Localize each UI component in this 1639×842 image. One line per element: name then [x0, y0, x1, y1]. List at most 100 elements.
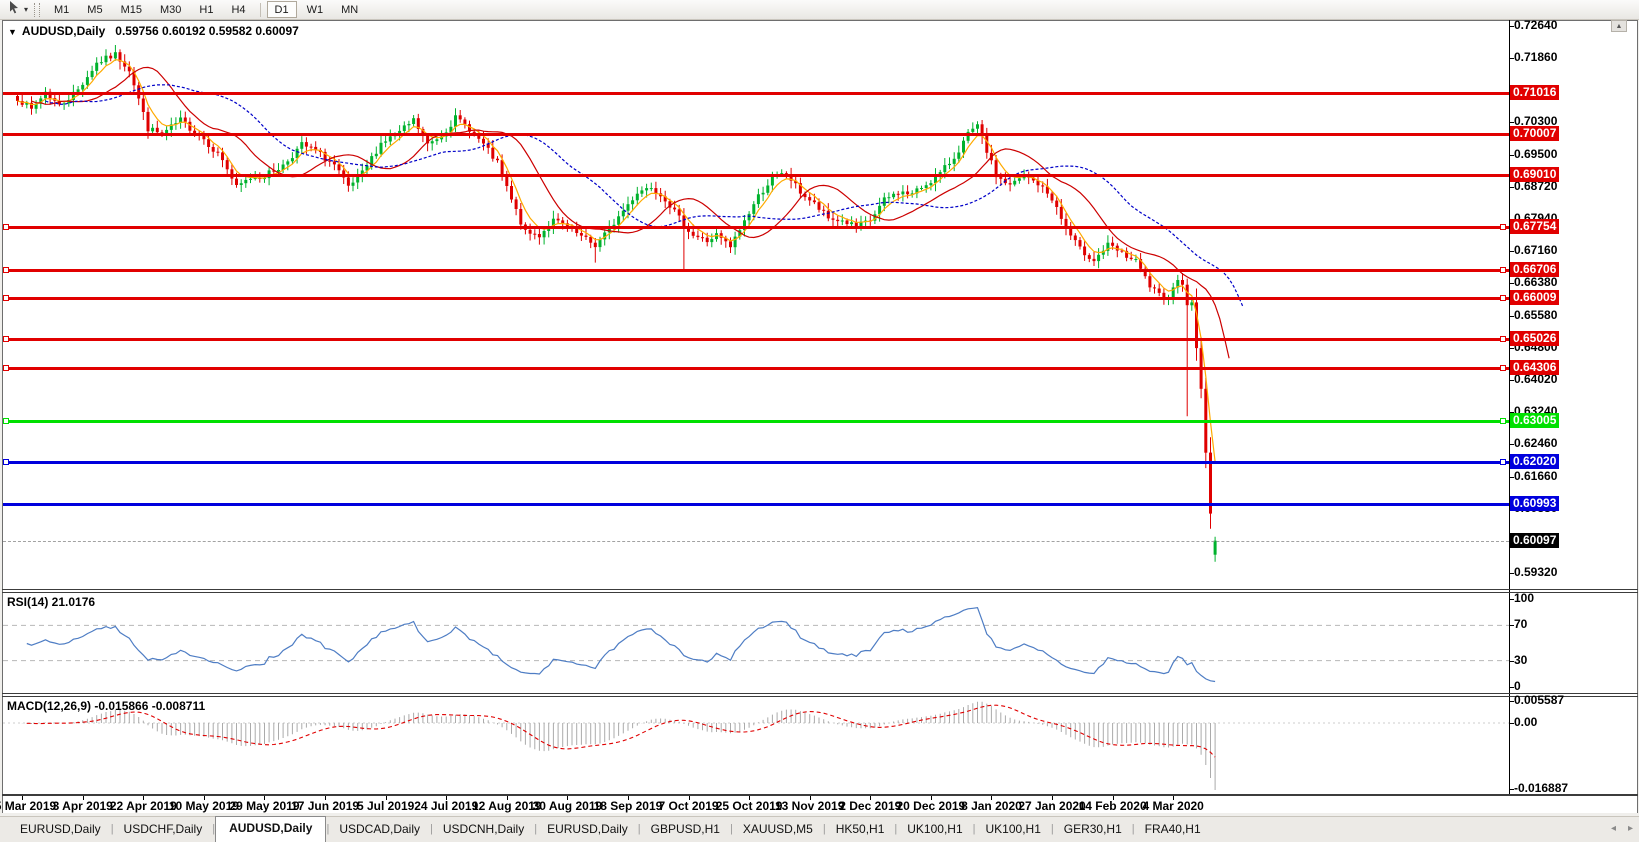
- chevron-down-icon[interactable]: ▾: [24, 5, 28, 14]
- level-handle-right[interactable]: [1500, 459, 1506, 465]
- level-price-label: 0.63005: [1510, 413, 1559, 428]
- tab-hk50-h1[interactable]: HK50,H1: [826, 818, 895, 842]
- horizontal-level-line[interactable]: [3, 461, 1509, 464]
- level-price-label: 0.66706: [1510, 262, 1559, 277]
- price-tick-label: 0.72640: [1514, 18, 1557, 32]
- horizontal-level-line[interactable]: [3, 367, 1509, 370]
- date-tick-label: 25 Oct 2019: [716, 799, 783, 813]
- macd-tick-label: -0.016887: [1514, 781, 1568, 795]
- level-price-label: 0.67754: [1510, 219, 1559, 234]
- symbol-dropdown-icon[interactable]: ▼: [8, 27, 17, 37]
- tabs-scroll-right-button[interactable]: ▸: [1622, 823, 1639, 842]
- level-handle-left[interactable]: [3, 267, 9, 273]
- date-tick-label: 22 Apr 2019: [110, 799, 177, 813]
- tab-usdchf-daily[interactable]: USDCHF,Daily: [114, 818, 213, 842]
- level-handle-right[interactable]: [1500, 336, 1506, 342]
- horizontal-level-line[interactable]: [3, 133, 1509, 136]
- price-tick-label: 0.69500: [1514, 147, 1557, 161]
- tabs-scroll-left-button[interactable]: ◂: [1605, 823, 1622, 842]
- rsi-tick-label: 0: [1514, 679, 1521, 693]
- timeframe-button-h1[interactable]: H1: [191, 1, 221, 18]
- horizontal-level-line[interactable]: [3, 297, 1509, 300]
- cursor-tool-icon: [7, 0, 20, 19]
- cursor-tool-button[interactable]: [3, 1, 23, 18]
- level-handle-left[interactable]: [3, 336, 9, 342]
- tab-usdcad-daily[interactable]: USDCAD,Daily: [329, 818, 430, 842]
- date-tick-label: 17 Jun 2019: [291, 799, 359, 813]
- tab-fra40-h1[interactable]: FRA40,H1: [1135, 818, 1211, 842]
- timeframe-button-d1[interactable]: D1: [267, 1, 297, 18]
- timeframe-button-m1[interactable]: M1: [46, 1, 77, 18]
- candle-wicks-bear: [18, 49, 1211, 528]
- tab-ger30-h1[interactable]: GER30,H1: [1054, 818, 1132, 842]
- level-handle-left[interactable]: [3, 224, 9, 230]
- level-price-label: 0.70007: [1510, 126, 1559, 141]
- date-tick-label: 4 Mar 2020: [1142, 799, 1203, 813]
- pane-separator[interactable]: [2, 592, 1638, 593]
- macd-histogram: [18, 702, 1216, 790]
- horizontal-level-line[interactable]: [3, 174, 1509, 177]
- level-price-label: 0.64306: [1510, 360, 1559, 375]
- date-tick-label: 15 Mar 2019: [0, 799, 56, 813]
- timeframe-button-m15[interactable]: M15: [113, 1, 150, 18]
- candle-wicks-bull: [27, 45, 1215, 562]
- date-tick-label: 30 Aug 2019: [533, 799, 603, 813]
- rsi-tick-label: 30: [1514, 653, 1527, 667]
- tab-usdcnh-daily[interactable]: USDCNH,Daily: [433, 818, 534, 842]
- horizontal-level-line[interactable]: [3, 269, 1509, 272]
- chart-window-top-border: [2, 20, 1638, 21]
- macd-canvas[interactable]: [3, 697, 1509, 795]
- tab-uk100-h1[interactable]: UK100,H1: [897, 818, 972, 842]
- chart-window-right-border: [1637, 20, 1638, 813]
- price-tick-label: 0.61660: [1514, 469, 1557, 483]
- level-handle-right[interactable]: [1500, 295, 1506, 301]
- pane-separator[interactable]: [2, 589, 1638, 590]
- horizontal-level-line[interactable]: [3, 92, 1509, 95]
- pane-separator[interactable]: [2, 696, 1638, 697]
- pane-separator[interactable]: [2, 693, 1638, 694]
- date-tick-label: 5 Jul 2019: [357, 799, 414, 813]
- date-tick-label: 27 Jan 2020: [1018, 799, 1085, 813]
- level-price-label: 0.69010: [1510, 167, 1559, 182]
- date-tick-label: 7 Oct 2019: [659, 799, 719, 813]
- price-tick-label: 0.66380: [1514, 275, 1557, 289]
- chart-scroll-up-button[interactable]: ▲: [1611, 20, 1627, 32]
- tab-eurusd-daily[interactable]: EURUSD,Daily: [537, 818, 638, 842]
- timeframe-button-h4[interactable]: H4: [223, 1, 253, 18]
- tab-uk100-h1[interactable]: UK100,H1: [976, 818, 1051, 842]
- date-tick-label: 20 Dec 2019: [896, 799, 965, 813]
- level-handle-left[interactable]: [3, 295, 9, 301]
- level-handle-left[interactable]: [3, 365, 9, 371]
- rsi-canvas[interactable]: [3, 593, 1509, 693]
- tab-gbpusd-h1[interactable]: GBPUSD,H1: [641, 818, 730, 842]
- tab-xauusd-m5[interactable]: XAUUSD,M5: [733, 818, 823, 842]
- horizontal-level-line[interactable]: [3, 338, 1509, 341]
- chart-title: ▼AUDUSD,Daily0.59756 0.60192 0.59582 0.6…: [8, 24, 299, 38]
- moving-average-fast: [18, 60, 1216, 462]
- timeframe-button-m5[interactable]: M5: [79, 1, 110, 18]
- date-tick-label: 8 Jan 2020: [961, 799, 1022, 813]
- horizontal-level-line[interactable]: [3, 226, 1509, 229]
- date-tick-label: 10 May 2019: [169, 799, 239, 813]
- level-price-label: 0.62020: [1510, 454, 1559, 469]
- level-handle-right[interactable]: [1500, 267, 1506, 273]
- level-price-label: 0.66009: [1510, 290, 1559, 305]
- level-handle-left[interactable]: [3, 459, 9, 465]
- timeframe-button-mn[interactable]: MN: [333, 1, 366, 18]
- date-tick-label: 29 May 2019: [229, 799, 299, 813]
- level-handle-right[interactable]: [1500, 224, 1506, 230]
- date-tick-label: 18 Sep 2019: [594, 799, 663, 813]
- level-handle-right[interactable]: [1500, 365, 1506, 371]
- level-handle-left[interactable]: [3, 418, 9, 424]
- chart-window-left-border: [2, 20, 3, 813]
- timeframe-button-m30[interactable]: M30: [152, 1, 189, 18]
- timeframe-toolbar: ▾ M1M5M15M30H1H4 D1W1MN: [0, 0, 1639, 20]
- timeframe-button-w1[interactable]: W1: [299, 1, 332, 18]
- tab-audusd-daily[interactable]: AUDUSD,Daily: [215, 816, 326, 842]
- level-handle-right[interactable]: [1500, 418, 1506, 424]
- tab-eurusd-daily[interactable]: EURUSD,Daily: [10, 818, 111, 842]
- horizontal-level-line[interactable]: [3, 420, 1509, 423]
- horizontal-level-line[interactable]: [3, 503, 1509, 506]
- price-tick-label: 0.71860: [1514, 50, 1557, 64]
- chart-bottom-border: [2, 794, 1638, 796]
